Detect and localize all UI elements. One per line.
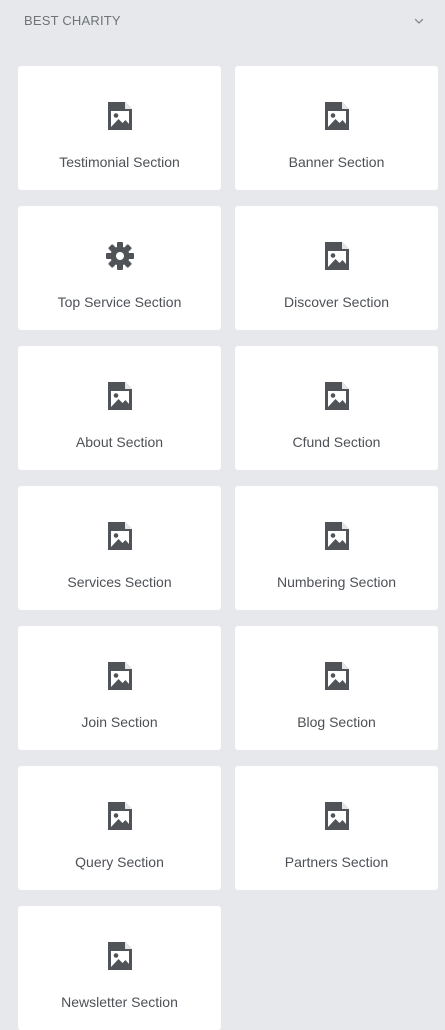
- widget-tile-newsletter[interactable]: Newsletter Section: [18, 906, 221, 1030]
- image-icon: [321, 520, 353, 552]
- widget-tile-top-service[interactable]: Top Service Section: [18, 206, 221, 330]
- widget-label: Blog Section: [297, 714, 376, 730]
- image-icon: [104, 520, 136, 552]
- widget-tile-cfund[interactable]: Cfund Section: [235, 346, 438, 470]
- widget-label: Banner Section: [288, 154, 385, 170]
- widget-tile-join[interactable]: Join Section: [18, 626, 221, 750]
- image-icon: [321, 800, 353, 832]
- widget-label: Numbering Section: [276, 574, 397, 590]
- image-icon: [321, 660, 353, 692]
- widget-label: About Section: [75, 434, 164, 450]
- widget-label: Services Section: [67, 574, 172, 590]
- widget-tile-numbering[interactable]: Numbering Section: [235, 486, 438, 610]
- widget-label: Testimonial Section: [59, 154, 180, 170]
- widget-grid: Testimonial Section Banner Section Top S…: [18, 66, 438, 1030]
- widget-label: Partners Section: [284, 854, 389, 870]
- image-icon: [104, 940, 136, 972]
- widget-tile-services[interactable]: Services Section: [18, 486, 221, 610]
- category-header[interactable]: BEST CHARITY: [0, 0, 445, 44]
- widget-tile-banner[interactable]: Banner Section: [235, 66, 438, 190]
- widget-tile-blog[interactable]: Blog Section: [235, 626, 438, 750]
- image-icon: [104, 380, 136, 412]
- widget-category-panel: BEST CHARITY Testimonial Section Banner …: [0, 0, 445, 1030]
- widget-tile-discover[interactable]: Discover Section: [235, 206, 438, 330]
- gear-icon: [104, 240, 136, 272]
- widget-label: Top Service Section: [57, 294, 182, 310]
- category-title: BEST CHARITY: [24, 13, 121, 28]
- image-icon: [104, 100, 136, 132]
- image-icon: [104, 660, 136, 692]
- widget-tile-query[interactable]: Query Section: [18, 766, 221, 890]
- widget-label: Cfund Section: [292, 434, 381, 450]
- image-icon: [104, 800, 136, 832]
- widget-label: Newsletter Section: [61, 994, 178, 1010]
- widget-label: Discover Section: [283, 294, 390, 310]
- widget-tile-about[interactable]: About Section: [18, 346, 221, 470]
- image-icon: [321, 240, 353, 272]
- widget-tile-partners[interactable]: Partners Section: [235, 766, 438, 890]
- widget-label: Join Section: [81, 714, 158, 730]
- chevron-down-icon[interactable]: [413, 15, 425, 27]
- widget-label: Query Section: [75, 854, 164, 870]
- image-icon: [321, 100, 353, 132]
- image-icon: [321, 380, 353, 412]
- widget-tile-testimonial[interactable]: Testimonial Section: [18, 66, 221, 190]
